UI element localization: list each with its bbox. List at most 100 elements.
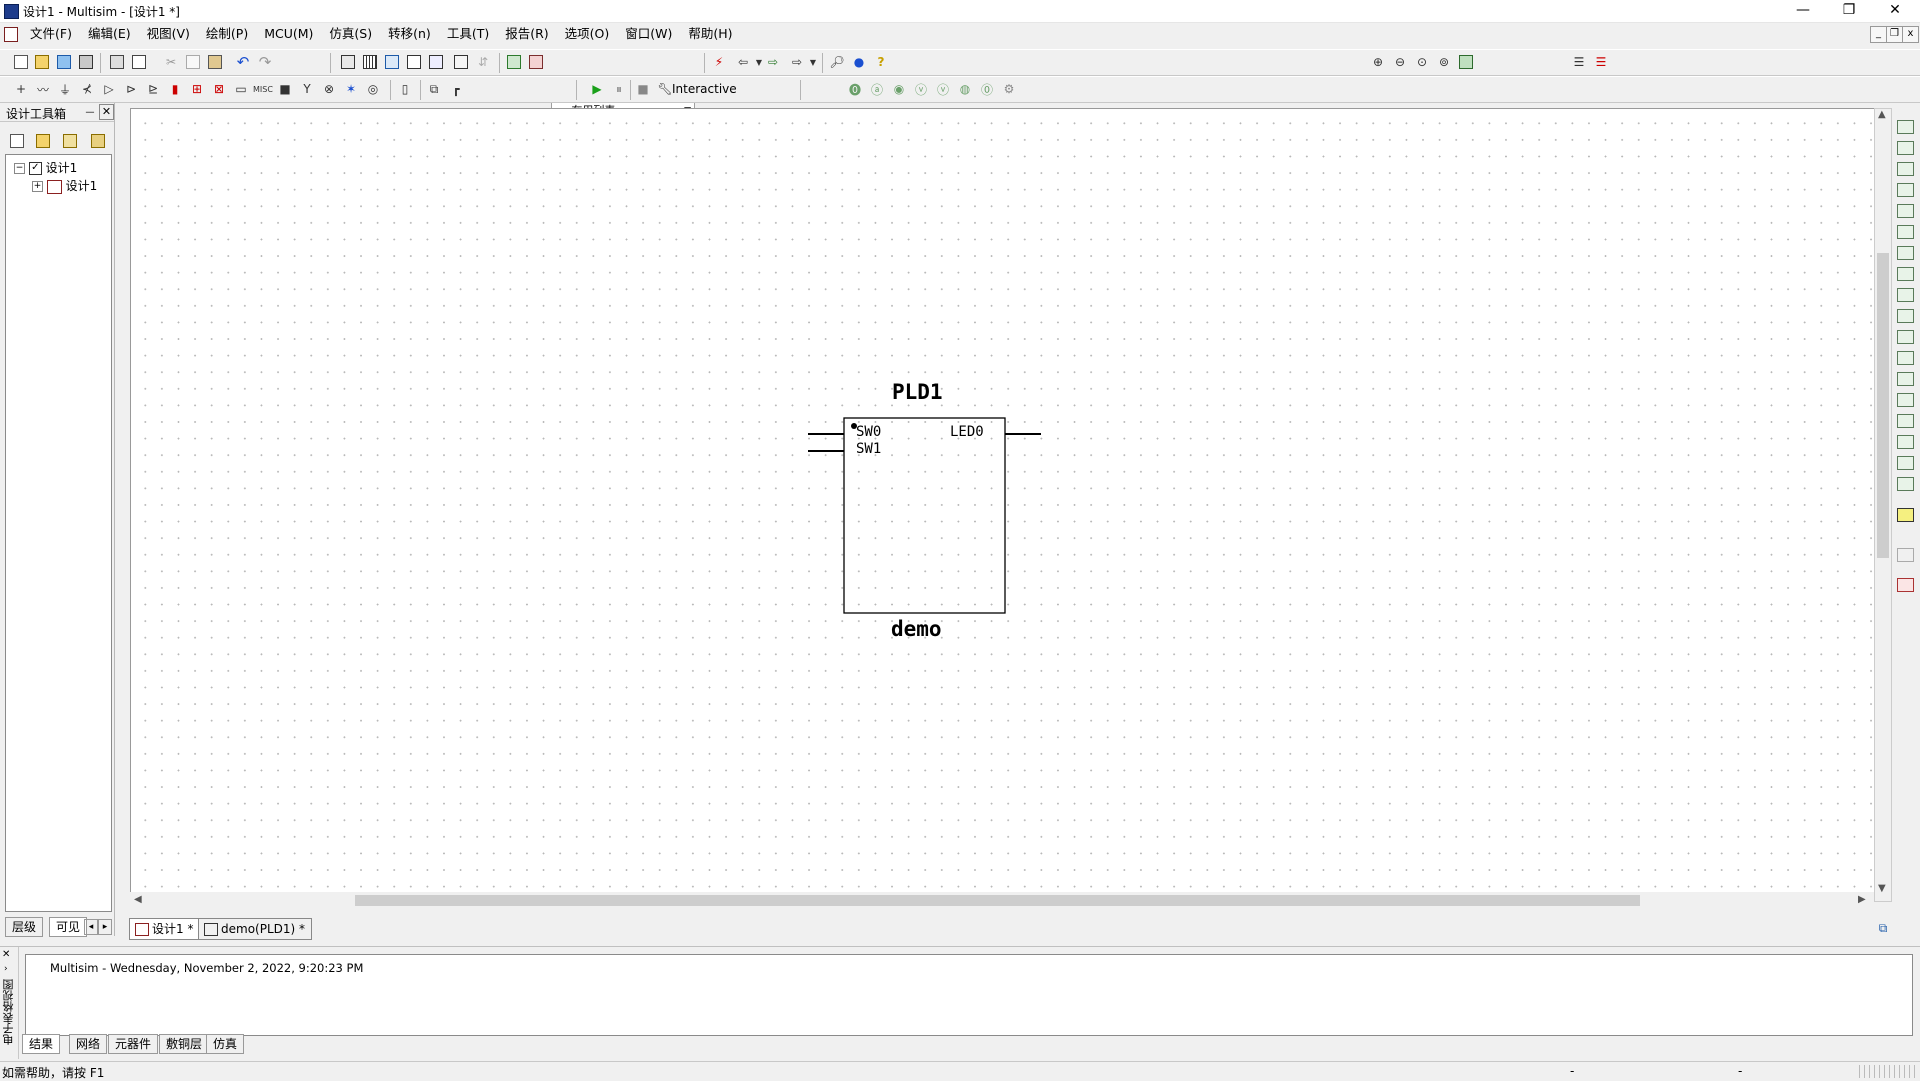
probe-ref-icon[interactable]: ⓪	[978, 80, 996, 98]
place-connector-icon[interactable]: ◎	[364, 80, 382, 98]
paste-icon[interactable]	[206, 53, 224, 71]
horizontal-scroll-thumb[interactable]	[355, 895, 1640, 906]
logic-converter-icon[interactable]	[1897, 288, 1914, 302]
probe-settings-gear-icon[interactable]: ⚙	[1000, 80, 1018, 98]
fullscreen-icon[interactable]	[339, 53, 357, 71]
menu-tools[interactable]: 工具(T)	[439, 26, 497, 42]
spreadsheet-pin-icon[interactable]: ›	[4, 964, 8, 974]
tab-results[interactable]: 结果	[22, 1034, 61, 1054]
forward-annotate-icon[interactable]: ⇨	[764, 53, 782, 71]
place-electromechanical-icon[interactable]: ⊗	[320, 80, 338, 98]
place-source-icon[interactable]: +	[12, 80, 30, 98]
minimize-button[interactable]: —	[1780, 0, 1826, 22]
labview-instrument-icon[interactable]	[1897, 508, 1914, 522]
menu-help[interactable]: 帮助(H)	[680, 26, 740, 42]
details-view-icon[interactable]: ☰	[1592, 53, 1610, 71]
tektronix-oscilloscope-icon[interactable]	[1897, 477, 1914, 491]
copy-icon[interactable]	[184, 53, 202, 71]
place-misc-digital-icon[interactable]: ⊞	[188, 80, 206, 98]
document-icon[interactable]	[4, 27, 18, 42]
collapse-icon[interactable]: −	[14, 163, 25, 174]
scroll-up-icon[interactable]: ▲	[1878, 109, 1886, 120]
run-simulation-icon[interactable]: ▶	[588, 80, 606, 98]
zoom-out-icon[interactable]: ⊖	[1391, 53, 1409, 71]
agilent-oscilloscope-icon[interactable]	[1897, 456, 1914, 470]
current-probe-icon[interactable]	[1897, 578, 1914, 592]
tree-node-child[interactable]: + 设计1	[32, 177, 97, 194]
sheet-tab-demo[interactable]: demo(PLD1) *	[198, 918, 313, 940]
open-design-icon[interactable]	[34, 132, 52, 150]
place-rf-icon[interactable]: Y	[298, 80, 316, 98]
tree-node-root[interactable]: − ✓ 设计1	[14, 159, 77, 176]
agilent-multimeter-icon[interactable]	[1897, 435, 1914, 449]
iv-analyzer-icon[interactable]	[1897, 330, 1914, 344]
place-mixed-icon[interactable]: ⊠	[210, 80, 228, 98]
menu-place[interactable]: 绘制(P)	[198, 26, 256, 42]
probe-voltage-icon[interactable]: ⓿	[846, 80, 864, 98]
new-file-icon[interactable]	[12, 53, 30, 71]
mdi-restore-button[interactable]: ❐	[1886, 26, 1903, 43]
sheet-navigate-icon[interactable]: ⧉	[1874, 919, 1892, 937]
network-analyzer-icon[interactable]	[1897, 393, 1914, 407]
hierarchical-block-icon[interactable]: ⧉	[425, 80, 443, 98]
place-indicator-icon[interactable]: ▭	[232, 80, 250, 98]
print-preview-icon[interactable]	[130, 53, 148, 71]
mdi-close-button[interactable]: x	[1902, 26, 1919, 43]
menu-mcu[interactable]: MCU(M)	[256, 26, 321, 42]
menu-reports[interactable]: 报告(R)	[497, 26, 556, 42]
scroll-down-icon[interactable]: ▼	[1878, 883, 1886, 894]
stop-simulation-icon[interactable]: ■	[634, 80, 652, 98]
spreadsheet-view-icon[interactable]	[405, 53, 423, 71]
schematic-workspace[interactable]: PLD1 SW0 SW1 LED0 demo	[130, 108, 1876, 902]
function-generator-icon[interactable]	[1897, 141, 1914, 155]
print-icon[interactable]	[108, 53, 126, 71]
place-cmos-icon[interactable]: ⊵	[144, 80, 162, 98]
menu-window[interactable]: 窗口(W)	[617, 26, 680, 42]
postprocessor-icon[interactable]	[505, 53, 523, 71]
place-basic-icon[interactable]: 〰	[34, 80, 52, 98]
menu-simulate[interactable]: 仿真(S)	[321, 26, 380, 42]
database-manager-icon[interactable]	[452, 53, 470, 71]
probe-power-icon[interactable]: ◉	[890, 80, 908, 98]
place-mcu-icon[interactable]: ▮	[166, 80, 184, 98]
save-design-icon[interactable]	[61, 132, 79, 150]
close-button[interactable]: ✕	[1872, 0, 1918, 22]
multimeter-icon[interactable]	[1897, 120, 1914, 134]
place-diode-icon[interactable]: ⏚	[56, 80, 74, 98]
pause-simulation-icon[interactable]: ⏸	[610, 80, 628, 98]
multisim-app-icon[interactable]	[4, 4, 19, 19]
bus-icon[interactable]: ┏	[447, 80, 465, 98]
tab-hierarchy[interactable]: 层级	[5, 917, 44, 937]
probe-voltage-ref-icon[interactable]: ⓥ	[934, 80, 952, 98]
pin-icon[interactable]: ᅳ	[84, 104, 96, 119]
erc-icon[interactable]: ⚡	[710, 53, 728, 71]
toolbox-toggle-icon[interactable]	[383, 53, 401, 71]
save-icon[interactable]	[77, 53, 95, 71]
tab-scroll-right-icon[interactable]: ▸	[98, 919, 112, 935]
place-mcu-module-icon[interactable]: ▯	[396, 80, 414, 98]
new-design-icon[interactable]	[8, 132, 26, 150]
resize-grip-icon[interactable]	[1855, 1065, 1915, 1078]
place-ttl-icon[interactable]: ⊳	[122, 80, 140, 98]
chevron-down-icon[interactable]: ▼	[804, 53, 822, 71]
agilent-generator-icon[interactable]	[1897, 414, 1914, 428]
component-wizard-icon[interactable]: ⇵	[474, 53, 492, 71]
list-view-icon[interactable]: ☰	[1570, 53, 1588, 71]
probe-current-icon[interactable]: ⓐ	[868, 80, 886, 98]
probe-digital-icon[interactable]: ◍	[956, 80, 974, 98]
wattmeter-icon[interactable]	[1897, 162, 1914, 176]
menu-file[interactable]: 文件(F)	[22, 26, 80, 42]
scroll-left-icon[interactable]: ◀	[134, 894, 142, 905]
zoom-area-icon[interactable]: ⊙	[1413, 53, 1431, 71]
tab-nets[interactable]: 网络	[69, 1034, 108, 1054]
electrical-rules-icon[interactable]	[527, 53, 545, 71]
vertical-scroll-thumb[interactable]	[1877, 253, 1889, 558]
open-file-icon[interactable]	[33, 53, 51, 71]
place-advanced-peripherals-icon[interactable]: ■	[276, 80, 294, 98]
search-icon[interactable]: 🔎︎	[828, 53, 846, 71]
four-channel-oscilloscope-icon[interactable]	[1897, 204, 1914, 218]
horizontal-scrollbar[interactable]: ◀ ▶	[130, 892, 1874, 908]
distortion-analyzer-icon[interactable]	[1897, 351, 1914, 365]
tab-simulation[interactable]: 仿真	[206, 1034, 245, 1054]
place-ni-components-icon[interactable]: ✶	[342, 80, 360, 98]
